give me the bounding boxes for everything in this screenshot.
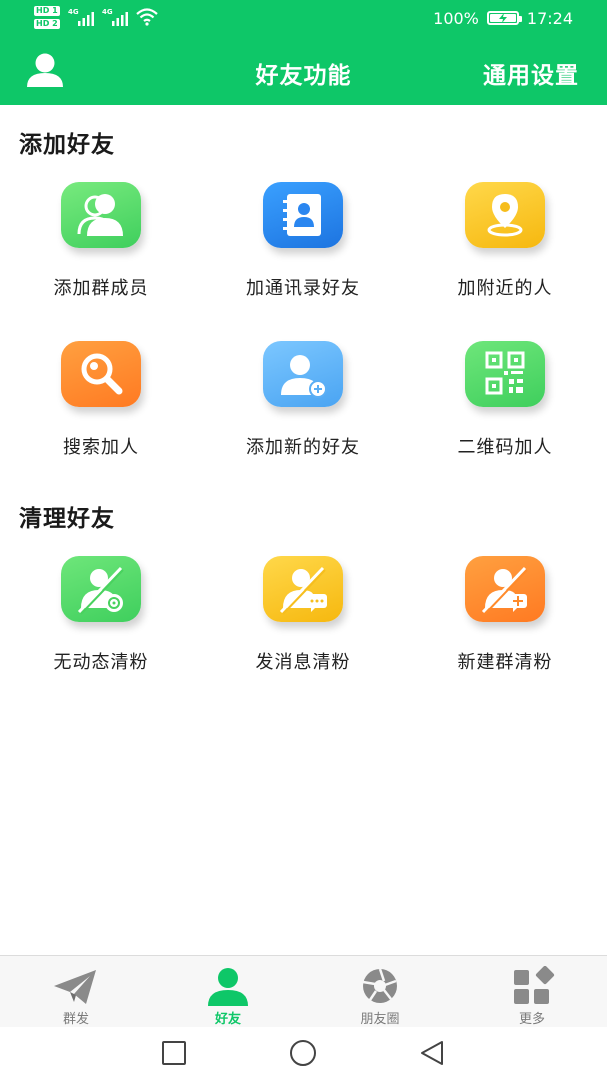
- hd1-badge: HD 1: [34, 6, 60, 16]
- item-label: 加通讯录好友: [246, 278, 360, 299]
- item-label: 添加新的好友: [246, 437, 360, 458]
- message-clean-button[interactable]: 发消息清粉: [202, 556, 404, 696]
- home-circle-icon[interactable]: [287, 1039, 319, 1067]
- status-left: HD 1 HD 2 4G 4G: [34, 4, 164, 32]
- add-user-icon: [263, 341, 343, 407]
- general-settings-button[interactable]: 通用设置: [483, 56, 579, 90]
- item-label: 加附近的人: [457, 278, 553, 299]
- tab-label: 更多: [518, 1012, 545, 1027]
- item-label: 二维码加人: [457, 437, 553, 458]
- battery-percent: 100%: [433, 8, 479, 28]
- group-members-icon: [61, 182, 141, 248]
- tab-label: 群发: [62, 1012, 89, 1027]
- add-new-friend-button[interactable]: 添加新的好友: [202, 341, 404, 481]
- recents-square-icon[interactable]: [158, 1039, 190, 1067]
- qr-add-button[interactable]: 二维码加人: [404, 341, 606, 481]
- clock: 17:24: [526, 8, 573, 28]
- item-label: 发消息清粉: [255, 652, 351, 673]
- status-right: 100% 17:24: [433, 6, 573, 30]
- bottom-tab-bar: 群发 好友 朋友圈 更多: [0, 955, 607, 1027]
- app-root: HD 1 HD 2 4G 4G 100% 17:24 好友功能 通用设置 添加好…: [0, 0, 607, 1080]
- section-title-add-friends: 添加好友: [19, 132, 115, 158]
- add-group-members-button[interactable]: 添加群成员: [0, 182, 202, 322]
- more-grid-icon: [514, 966, 555, 1004]
- top-bar: HD 1 HD 2 4G 4G 100% 17:24 好友功能 通用设置: [0, 0, 607, 105]
- qr-code-icon: [465, 341, 545, 407]
- back-triangle-icon[interactable]: [416, 1039, 448, 1067]
- section-title-clean-friends: 清理好友: [19, 506, 115, 532]
- location-pin-icon: [465, 182, 545, 248]
- add-contacts-button[interactable]: 加通讯录好友: [202, 182, 404, 322]
- contacts-book-icon: [263, 182, 343, 248]
- paper-plane-icon: [54, 970, 96, 1004]
- header: 好友功能 通用设置: [0, 40, 607, 104]
- status-bar: HD 1 HD 2 4G 4G 100% 17:24: [0, 0, 607, 36]
- signal-icon: [78, 12, 94, 26]
- search-add-button[interactable]: 搜索加人: [0, 341, 202, 481]
- item-label: 搜索加人: [63, 437, 139, 458]
- tab-label: 朋友圈: [360, 1012, 400, 1027]
- new-group-clean-icon: [465, 556, 545, 622]
- aperture-icon: [362, 968, 397, 1003]
- tab-mass-send[interactable]: 群发: [0, 956, 152, 1028]
- signal-icon: [112, 12, 128, 26]
- search-icon: [61, 341, 141, 407]
- message-clean-icon: [263, 556, 343, 622]
- tab-label: 好友: [214, 1012, 241, 1027]
- new-group-clean-button[interactable]: 新建群清粉: [404, 556, 606, 696]
- item-label: 添加群成员: [53, 278, 149, 299]
- item-label: 无动态清粉: [53, 652, 149, 673]
- tab-friends[interactable]: 好友: [152, 956, 304, 1028]
- system-nav-bar: [0, 1027, 607, 1080]
- tab-more[interactable]: 更多: [456, 956, 607, 1028]
- user-icon: [208, 968, 248, 1006]
- no-moments-clean-icon: [61, 556, 141, 622]
- no-moments-clean-button[interactable]: 无动态清粉: [0, 556, 202, 696]
- wifi-icon: [136, 8, 158, 26]
- item-label: 新建群清粉: [457, 652, 553, 673]
- tab-moments[interactable]: 朋友圈: [304, 956, 456, 1028]
- add-nearby-button[interactable]: 加附近的人: [404, 182, 606, 322]
- hd2-badge: HD 2: [34, 19, 60, 29]
- battery-charging-icon: [486, 11, 522, 25]
